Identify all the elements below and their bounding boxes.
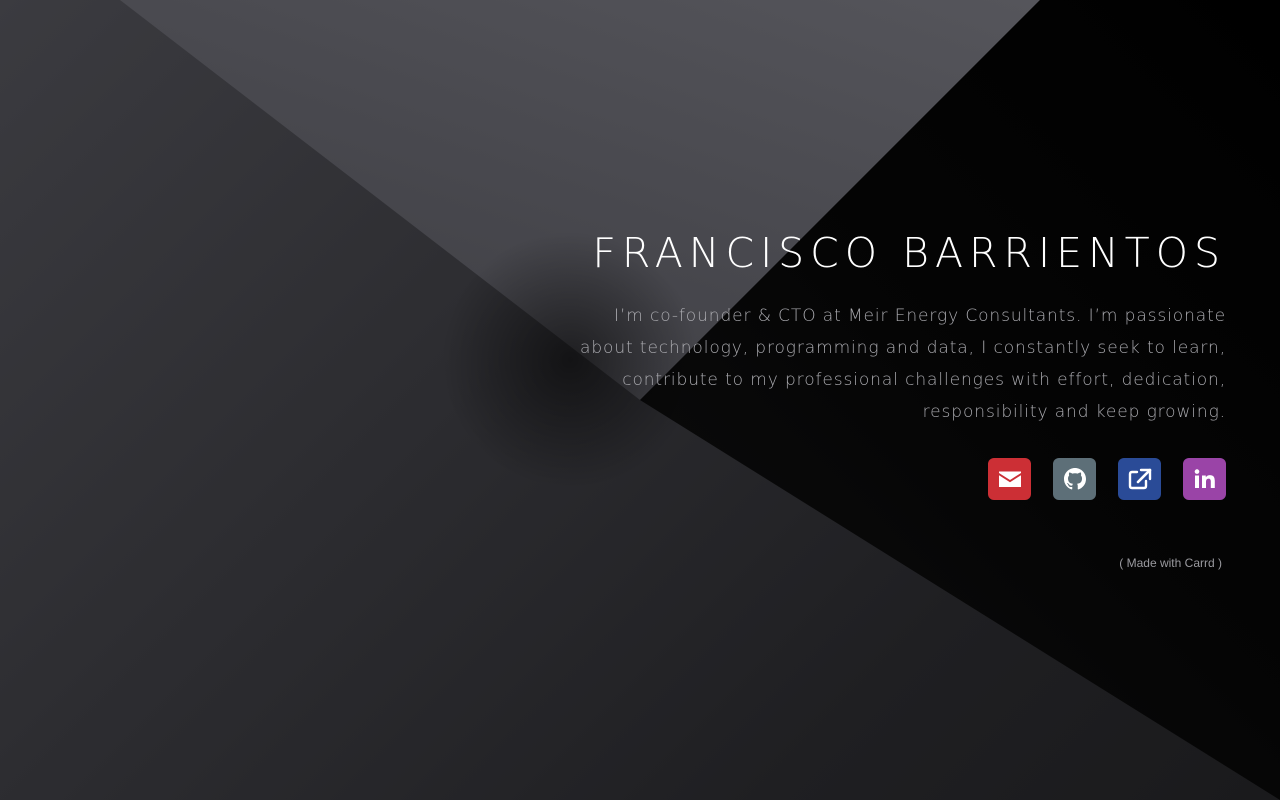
email-button[interactable] [988, 458, 1031, 500]
external-link-button[interactable] [1118, 458, 1161, 500]
made-with-carrd-link[interactable]: ( Made with Carrd ) [566, 556, 1226, 570]
profile-card: FRANCISCO BARRIENTOS I’m co-founder & CT… [566, 226, 1226, 570]
envelope-icon [998, 471, 1021, 487]
bio-text: I’m co-founder & CTO at Meir Energy Cons… [580, 306, 1226, 422]
linkedin-icon [1194, 469, 1215, 488]
external-link-icon [1128, 468, 1151, 490]
page-title: FRANCISCO BARRIENTOS [592, 229, 1226, 277]
linkedin-button[interactable] [1183, 458, 1226, 500]
github-button[interactable] [1053, 458, 1096, 500]
social-links [566, 458, 1226, 500]
github-icon [1063, 468, 1086, 490]
